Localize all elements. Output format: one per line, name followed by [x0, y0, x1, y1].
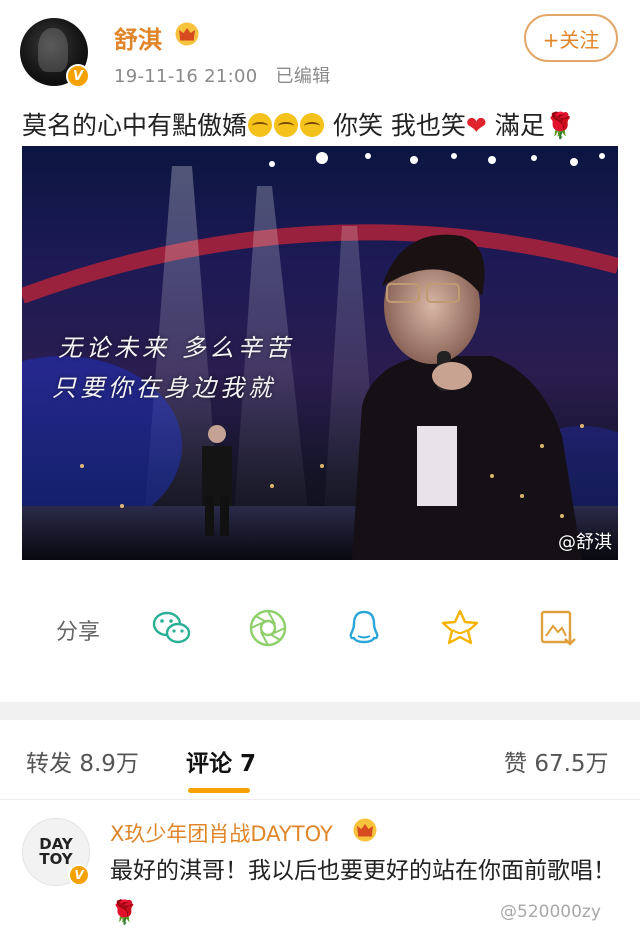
logo-line-2: TOY — [39, 850, 73, 868]
comment-item: DAY TOY V X玖少年团肖战DAYTOY 最好的淇哥！我以后也要更好的站在… — [0, 800, 640, 930]
comment-count: 7 — [240, 751, 257, 777]
wechat-icon[interactable] — [150, 606, 194, 650]
comment-body: 最好的淇哥！我以后也要更好的站在你面前歌唱！ — [110, 858, 616, 884]
rose-icon: 🌹 — [110, 900, 139, 926]
active-tab-indicator — [188, 788, 250, 793]
follow-button[interactable]: +关注 — [524, 14, 618, 62]
post-text-prefix: 莫名的心中有點傲嬌 — [22, 111, 248, 140]
favorite-star-icon[interactable] — [438, 606, 482, 650]
verified-badge-icon: V — [66, 64, 90, 88]
rose-icon: 🌹 — [544, 111, 576, 140]
share-bar: 分享 — [0, 600, 640, 660]
image-watermark: @舒淇 — [558, 532, 612, 553]
repost-tab[interactable]: 转发 8.9万 — [26, 744, 139, 778]
section-divider — [0, 702, 640, 720]
like-count: 67.5万 — [534, 751, 609, 777]
post-text-middle: 你笑 我也笑 — [332, 111, 466, 140]
edited-label: 已编辑 — [275, 66, 331, 87]
qq-icon[interactable] — [342, 606, 386, 650]
smile-emoji-icon — [248, 113, 273, 137]
crown-icon — [175, 22, 199, 46]
commenter-name[interactable]: X玖少年团肖战DAYTOY — [110, 818, 333, 848]
smile-emoji-icon — [300, 113, 325, 137]
post-text: 莫名的心中有點傲嬌 你笑 我也笑❤ 滿足🌹 — [22, 106, 576, 142]
repost-label: 转发 — [26, 751, 72, 777]
username[interactable]: 舒淇 — [114, 20, 162, 55]
avatar-photo — [38, 28, 68, 72]
save-image-icon[interactable] — [536, 606, 580, 650]
screenshot-watermark: @520000zy — [500, 902, 601, 922]
share-label: 分享 — [56, 620, 101, 645]
lyric-line-2: 只要你在身边我就 — [52, 374, 276, 402]
heart-icon: ❤ — [465, 111, 487, 140]
like-label: 赞 — [504, 751, 527, 777]
post-timestamp: 19-11-16 21:00 — [114, 66, 258, 87]
post-image[interactable]: 无论未来 多么辛苦 只要你在身边我就 @舒淇 — [22, 146, 618, 560]
crown-icon — [353, 818, 377, 842]
daytoy-logo: DAY TOY — [39, 837, 73, 867]
post-header: V 舒淇 19-11-16 21:00 已编辑 +关注 — [0, 0, 640, 100]
like-tab[interactable]: 赞 67.5万 — [504, 744, 609, 778]
post-meta: 19-11-16 21:00 已编辑 — [114, 62, 330, 88]
lyric-line-1: 无论未来 多么辛苦 — [58, 334, 294, 362]
comment-tab[interactable]: 评论 7 — [186, 744, 256, 778]
verified-badge-icon: V — [68, 864, 90, 886]
moments-icon[interactable] — [246, 606, 290, 650]
stats-bar: 转发 8.9万 评论 7 赞 67.5万 — [0, 720, 640, 800]
repost-count: 8.9万 — [79, 751, 139, 777]
comment-label: 评论 — [186, 751, 232, 777]
post-text-suffix: 滿足 — [494, 111, 545, 140]
smile-emoji-icon — [274, 113, 299, 137]
